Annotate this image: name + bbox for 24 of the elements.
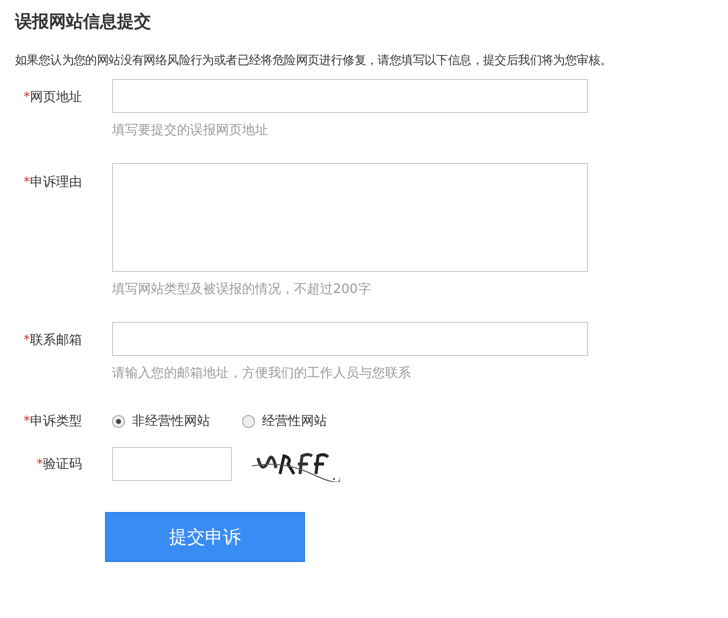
input-field[interactable] <box>112 163 588 272</box>
option-label: 非经营性网站 <box>132 413 210 430</box>
field-hint: 填写网站类型及被误报的情况，不超过200字 <box>112 281 372 298</box>
field-label: 网页地址 <box>30 90 82 105</box>
input-field[interactable] <box>112 322 588 356</box>
submit-button[interactable]: 提交申诉 <box>105 512 305 562</box>
required-mark: * <box>24 333 30 348</box>
radio-button[interactable] <box>112 414 125 428</box>
field-hint: 请输入您的邮箱地址，方便我们的工作人员与您联系 <box>112 365 412 382</box>
required-mark: * <box>36 457 43 472</box>
intro-text: 如果您认为您的网站没有网络风险行为或者已经将危险网页进行修复，请您填写以下信息，提交后我们将为您审核。 <box>15 52 613 69</box>
field-label: 申诉理由 <box>30 175 82 190</box>
page-title: 误报网站信息提交 <box>15 11 152 34</box>
input-field[interactable] <box>112 447 232 481</box>
option-label: 经营性网站 <box>262 413 327 430</box>
required-mark: * <box>24 414 30 429</box>
required-mark: * <box>24 90 30 105</box>
required-mark: * <box>24 175 30 190</box>
field-label: 申诉类型 <box>30 414 82 429</box>
input-field[interactable] <box>112 79 588 113</box>
field-label: 联系邮箱 <box>30 333 82 348</box>
field-hint: 填写要提交的误报网页地址 <box>112 122 269 139</box>
radio-button[interactable] <box>242 414 255 428</box>
field-label: 验证码 <box>43 457 82 472</box>
